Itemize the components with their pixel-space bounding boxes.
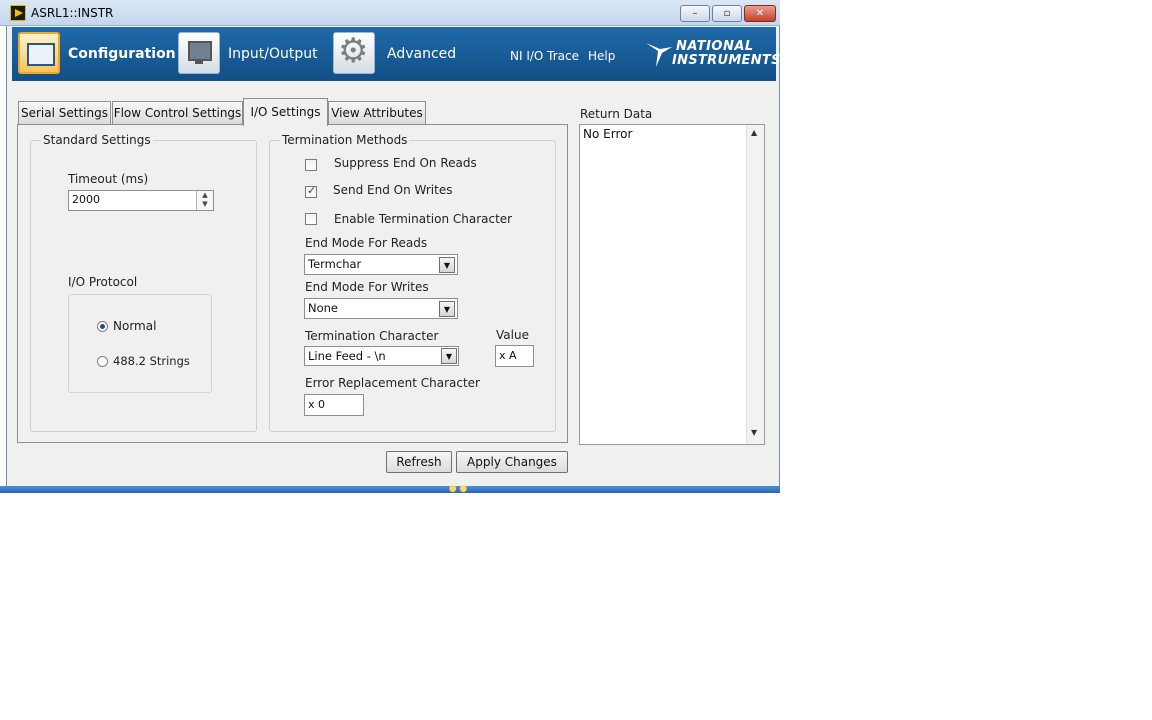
logo-line-2: INSTRUMENTS: [672, 53, 781, 68]
nav-configuration[interactable]: Configuration: [68, 46, 176, 62]
send-end-on-writes-checkbox[interactable]: [305, 184, 317, 198]
standard-settings-title: Standard Settings: [41, 133, 153, 147]
chevron-down-icon[interactable]: ▼: [441, 348, 457, 364]
configuration-icon[interactable]: [18, 32, 60, 74]
enable-termination-character-checkbox[interactable]: [305, 213, 317, 225]
apply-changes-button[interactable]: Apply Changes: [456, 451, 568, 473]
value-label: Value: [496, 328, 529, 342]
resize-grip-icon[interactable]: ● ●: [444, 485, 472, 494]
return-data-box[interactable]: [579, 124, 765, 445]
error-replacement-label: Error Replacement Character: [305, 376, 480, 390]
radio-normal[interactable]: [97, 321, 108, 332]
window-bottom-frame: [0, 486, 780, 493]
end-mode-writes-select[interactable]: None: [304, 298, 458, 319]
radio-488-2-strings-label[interactable]: 488.2 Strings: [113, 354, 190, 368]
radio-normal-label[interactable]: Normal: [113, 319, 156, 333]
minimize-button[interactable]: –: [680, 5, 710, 22]
scroll-down-icon[interactable]: ▼: [751, 428, 757, 437]
enable-termination-character-label[interactable]: Enable Termination Character: [334, 212, 512, 226]
maximize-button[interactable]: ▫: [712, 5, 742, 22]
timeout-stepper[interactable]: ▲ ▼: [196, 191, 213, 210]
help-link[interactable]: Help: [588, 49, 615, 63]
suppress-end-on-reads-label[interactable]: Suppress End On Reads: [334, 156, 477, 170]
labview-app-icon: [10, 5, 26, 21]
chevron-down-icon[interactable]: ▼: [439, 301, 455, 317]
error-replacement-input[interactable]: x 0: [304, 394, 364, 416]
timeout-input[interactable]: 2000: [68, 190, 214, 211]
monitor-icon[interactable]: [178, 32, 220, 74]
chevron-down-icon[interactable]: ▼: [439, 257, 455, 273]
national-instruments-logo: NATIONAL INSTRUMENTS: [644, 37, 780, 73]
termination-character-select[interactable]: Line Feed - \n: [304, 346, 459, 366]
tab-view-attributes[interactable]: View Attributes: [328, 101, 426, 125]
termination-character-label: Termination Character: [305, 329, 439, 343]
end-mode-writes-label: End Mode For Writes: [305, 280, 429, 294]
suppress-end-on-reads-checkbox[interactable]: [305, 159, 317, 171]
termination-methods-title: Termination Methods: [280, 133, 410, 147]
tab-serial-settings[interactable]: Serial Settings: [18, 101, 111, 125]
gear-icon[interactable]: [333, 31, 375, 74]
title-bar[interactable]: ASRL1::INSTR – ▫ ✕: [0, 0, 780, 26]
refresh-button[interactable]: Refresh: [386, 451, 452, 473]
tab-flow-control-settings[interactable]: Flow Control Settings: [112, 101, 243, 125]
radio-488-2-strings[interactable]: [97, 356, 108, 367]
ni-eagle-icon: [646, 43, 672, 67]
end-mode-reads-select[interactable]: Termchar: [304, 254, 458, 275]
io-protocol-box: [68, 294, 212, 393]
send-end-on-writes-label[interactable]: Send End On Writes: [333, 183, 452, 197]
io-protocol-label: I/O Protocol: [68, 275, 138, 289]
logo-line-1: NATIONAL: [676, 39, 754, 54]
ni-io-trace-link[interactable]: NI I/O Trace: [510, 49, 579, 63]
header-bar: Configuration Input/Output Advanced NI I…: [12, 27, 780, 81]
timeout-label: Timeout (ms): [68, 172, 149, 186]
termination-value-input[interactable]: x A: [495, 345, 534, 367]
close-button[interactable]: ✕: [744, 5, 776, 22]
window-title: ASRL1::INSTR: [31, 6, 114, 20]
end-mode-reads-label: End Mode For Reads: [305, 236, 428, 250]
return-data-scrollbar[interactable]: [746, 125, 764, 444]
scroll-up-icon[interactable]: ▲: [751, 128, 757, 137]
tab-io-settings[interactable]: I/O Settings: [243, 98, 328, 126]
return-data-text: No Error: [583, 127, 633, 141]
return-data-label: Return Data: [580, 107, 653, 121]
nav-input-output[interactable]: Input/Output: [228, 46, 318, 62]
nav-advanced[interactable]: Advanced: [387, 46, 456, 62]
